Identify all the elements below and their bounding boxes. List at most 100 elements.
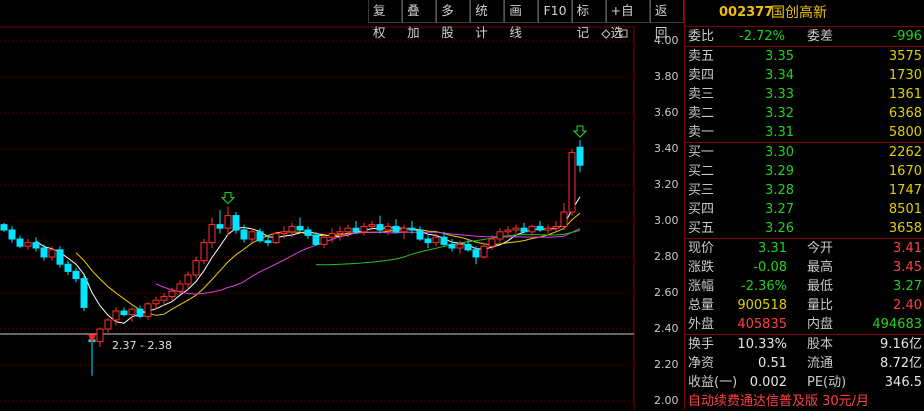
candlestick-svg[interactable]: 2.37 - 2.38: [0, 0, 684, 410]
order-book-row[interactable]: 买五 3.26 3658: [685, 219, 924, 238]
quote-stats: 现价 3.31 今开 3.41 涨跌 -0.08 最高 3.45 涨幅 -2.36% 最低 3.27 总…: [685, 239, 924, 334]
order-book-row[interactable]: 卖五 3.35 3575: [685, 47, 924, 66]
toolbar-button[interactable]: 叠加: [402, 0, 437, 40]
fundamental-row: 换手 10.33% 股本 9.16亿: [685, 335, 924, 354]
quote-value: -2.36%: [741, 279, 787, 294]
candle-body: [424, 238, 432, 244]
level-price: 3.27: [765, 202, 794, 217]
candle-body: [104, 319, 112, 330]
candle-body: [536, 225, 544, 231]
footer-ad-text[interactable]: 自动续费通达信普及版 30元/月: [688, 392, 869, 411]
weibi-label: 委比: [688, 29, 715, 44]
level-label: 买三: [688, 183, 715, 198]
level-volume: 3575: [888, 49, 922, 64]
order-book-row[interactable]: 卖二 3.32 6368: [685, 104, 924, 123]
candle-body: [296, 225, 304, 231]
candle-body: [256, 231, 264, 242]
quote-row: 现价 3.31 今开 3.41: [685, 239, 924, 258]
order-book-row[interactable]: 卖三 3.33 1361: [685, 85, 924, 104]
weicha-value: -996: [892, 29, 922, 44]
candle-body: [400, 227, 408, 233]
candle-body: [224, 215, 232, 229]
level-price: 3.26: [765, 221, 794, 236]
fundamental-value: 10.33%: [737, 337, 787, 352]
quote-label: 涨跌: [688, 260, 715, 275]
price-axis-label: 3.20: [654, 178, 679, 191]
order-book-row[interactable]: 卖一 3.31 5800: [685, 123, 924, 142]
candle-body: [384, 225, 392, 231]
quote-value: 3.31: [758, 241, 787, 256]
price-axis-label: 2.20: [654, 358, 679, 371]
order-book-row[interactable]: 买一 3.30 2262: [685, 143, 924, 162]
quote-value: 405835: [737, 317, 787, 332]
level-price: 3.31: [765, 125, 794, 140]
candle-body: [552, 225, 560, 229]
toolbar-button[interactable]: 多股: [436, 0, 471, 40]
price-axis: 4.00 3.80 3.60 3.40 3.20 3.00 2.80 2.60 2.40 2.20…: [634, 0, 684, 410]
level-label: 买一: [688, 145, 715, 160]
candle-body: [128, 308, 136, 316]
candle-body: [488, 238, 496, 247]
stock-name: 国创高新: [771, 5, 827, 21]
candle-body: [320, 236, 328, 245]
candle-body: [160, 296, 168, 301]
quote-label: 内盘: [807, 317, 834, 332]
order-book-row[interactable]: 卖四 3.34 1730: [685, 66, 924, 85]
stock-title: 002377 国创高新: [685, 0, 924, 26]
candle-body: [56, 249, 64, 265]
candle-body: [48, 249, 56, 258]
level-price: 3.32: [765, 106, 794, 121]
price-axis-label: 3.60: [654, 106, 679, 119]
price-axis-label: 3.00: [654, 214, 679, 227]
quote-panel: 002377 国创高新 委比 -2.72% 委差 -996 卖五 3.35 3575…: [684, 0, 924, 410]
fundamental-label: PE(动): [807, 375, 847, 390]
toolbar-button[interactable]: 标记: [571, 0, 606, 40]
candle-body: [464, 243, 472, 251]
stock-code: 002377: [719, 5, 774, 20]
footer-ad[interactable]: 自动续费通达信普及版 30元/月: [685, 392, 924, 411]
fundamental-value: 9.16亿: [880, 337, 922, 352]
price-axis-label: 3.40: [654, 142, 679, 155]
order-book-row[interactable]: 买三 3.28 1747: [685, 181, 924, 200]
fundamental-label: 流通: [807, 356, 834, 371]
candle-body: [440, 236, 448, 245]
candle-body: [312, 234, 320, 245]
level-volume: 8501: [888, 202, 922, 217]
candle-body: [80, 278, 88, 308]
kline-chart[interactable]: 2.37 - 2.38 复权 叠加 多股 统计 画线 F10 标记 +自选 返回 4.00 3.8…: [0, 0, 684, 410]
toolbar-button[interactable]: 统计: [470, 0, 505, 40]
quote-value: 494683: [872, 317, 922, 332]
order-book-row[interactable]: 买四 3.27 8501: [685, 200, 924, 219]
candle-body: [176, 283, 184, 292]
candle-body: [232, 215, 240, 231]
toolbar-button[interactable]: F10: [538, 0, 572, 23]
buy-book: 买一 3.30 2262 买二 3.29 1670 买三 3.28 1747 买四 3.27 8501…: [685, 143, 924, 238]
diamond-icon: [601, 29, 611, 39]
quote-row: 总量 900518 量比 2.40: [685, 296, 924, 315]
order-book-row[interactable]: 买二 3.29 1670: [685, 162, 924, 181]
candle-body: [112, 310, 120, 321]
candle-body: [240, 229, 248, 240]
level-volume: 1670: [888, 164, 922, 179]
candle-body: [496, 231, 504, 240]
candle-body: [408, 227, 416, 231]
candle-body: [528, 225, 536, 233]
quote-row: 涨幅 -2.36% 最低 3.27: [685, 277, 924, 296]
ma-line: [35, 196, 581, 324]
candle-body: [344, 227, 352, 233]
sell-book: 卖五 3.35 3575 卖四 3.34 1730 卖三 3.33 1361 卖二 3.32 6368…: [685, 47, 924, 142]
quote-value: 3.27: [893, 279, 922, 294]
level-volume: 1730: [888, 68, 922, 83]
price-axis-label: 2.00: [654, 394, 679, 407]
quote-label: 今开: [807, 241, 834, 256]
candle-body: [416, 229, 424, 240]
toolbar-button[interactable]: 复权: [368, 0, 403, 40]
level-label: 卖一: [688, 125, 715, 140]
candle-body: [368, 224, 376, 227]
quote-value: 3.45: [893, 260, 922, 275]
quote-label: 最低: [807, 279, 834, 294]
candle-body: [152, 299, 160, 305]
toolbar-button[interactable]: 画线: [504, 0, 539, 40]
level-volume: 5800: [888, 125, 922, 140]
down-arrow-icon: [572, 125, 588, 138]
